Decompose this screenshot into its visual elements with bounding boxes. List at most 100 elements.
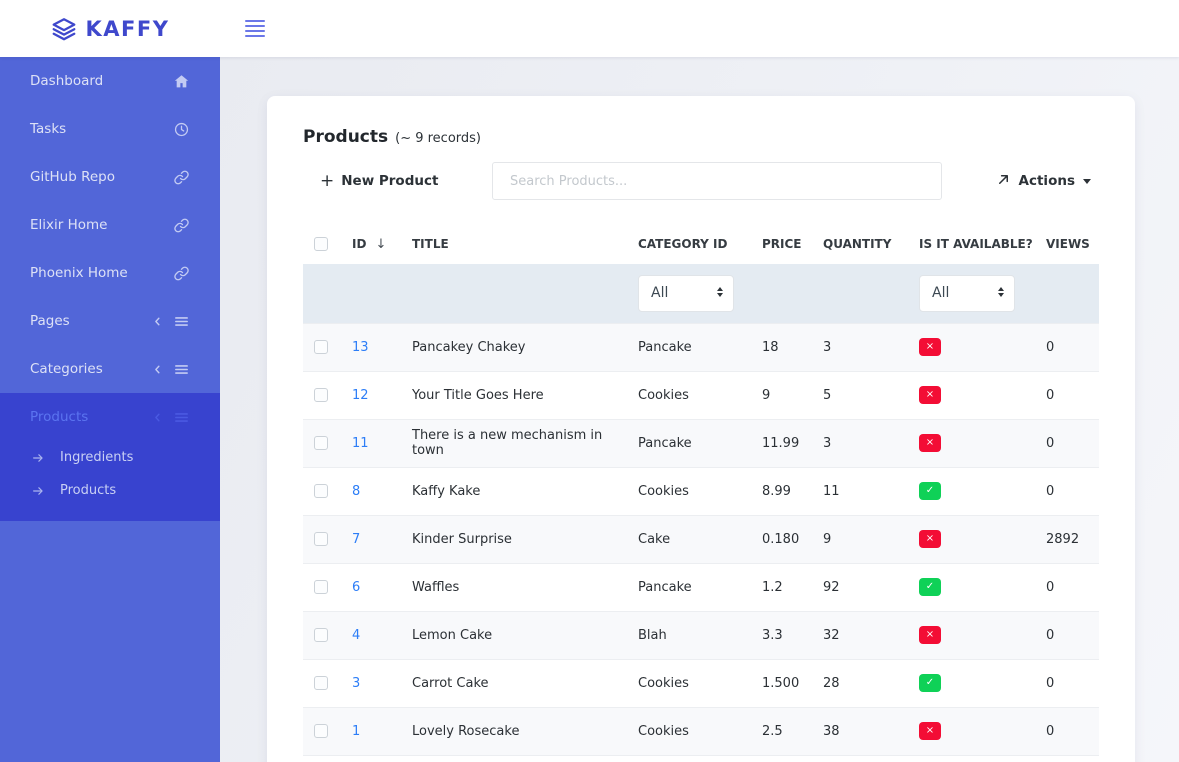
row-checkbox[interactable]	[314, 388, 328, 402]
sidebar-subitem-label: Ingredients	[60, 450, 133, 465]
cell-title: Kaffy Kake	[412, 467, 638, 515]
cell-views: 0	[1046, 371, 1099, 419]
cell-category-id: Cookies	[638, 371, 762, 419]
table-row: 4 Lemon Cake Blah 3.3 32 × 0	[303, 611, 1099, 659]
cell-title: Lemon Cake	[412, 611, 638, 659]
app-logo: KAFFY	[0, 16, 220, 42]
sidebar-item-github-repo[interactable]: GitHub Repo	[0, 153, 220, 201]
chevron-left-icon	[151, 315, 164, 328]
card-header: Products (~ 9 records)	[303, 96, 1099, 147]
sidebar-item-pages[interactable]: Pages	[0, 297, 220, 345]
clock-icon	[173, 121, 190, 138]
row-checkbox[interactable]	[314, 436, 328, 450]
cell-title: Carrot Cake	[412, 659, 638, 707]
cell-quantity: 9	[823, 515, 919, 563]
home-icon	[173, 73, 190, 90]
sidebar-item-phoenix-home[interactable]: Phoenix Home	[0, 249, 220, 297]
cell-views: 0	[1046, 419, 1099, 467]
cell-category-id: Cookies	[638, 707, 762, 755]
unavailable-badge: ×	[919, 722, 941, 740]
sidebar-subitem-ingredients[interactable]: Ingredients	[0, 441, 220, 474]
cell-category-id: Blah	[638, 611, 762, 659]
row-checkbox[interactable]	[314, 628, 328, 642]
sidebar-item-label: Phoenix Home	[30, 265, 128, 281]
sidebar-item-label: Tasks	[30, 121, 66, 137]
column-header-quantity[interactable]: QUANTITY	[823, 237, 891, 251]
row-id-link[interactable]: 1	[352, 724, 360, 739]
row-checkbox[interactable]	[314, 340, 328, 354]
main-content: Products (~ 9 records) + New Product Act…	[220, 57, 1179, 762]
table-row: 3 Carrot Cake Cookies 1.500 28 ✓ 0	[303, 659, 1099, 707]
sidebar-toggle-icon[interactable]	[245, 20, 265, 37]
layers-logo-icon	[51, 16, 77, 42]
row-id-link[interactable]: 4	[352, 628, 360, 643]
sort-descending-icon[interactable]: ↓	[375, 237, 386, 252]
sidebar: Dashboard Tasks GitHub Repo Elixir Home …	[0, 57, 220, 762]
sidebar-item-tasks[interactable]: Tasks	[0, 105, 220, 153]
table-row: 8 Kaffy Kake Cookies 8.99 11 ✓ 0	[303, 467, 1099, 515]
select-all-checkbox[interactable]	[314, 237, 328, 251]
sidebar-item-categories[interactable]: Categories	[0, 345, 220, 393]
cell-title: Lovely Rosecake	[412, 707, 638, 755]
cell-category-id: Cookies	[638, 659, 762, 707]
row-id-link[interactable]: 8	[352, 484, 360, 499]
row-checkbox[interactable]	[314, 724, 328, 738]
unavailable-badge: ×	[919, 530, 941, 548]
chevron-left-icon	[151, 411, 164, 424]
sidebar-item-products[interactable]: Products	[0, 393, 220, 441]
column-header-views[interactable]: VIEWS	[1046, 237, 1090, 251]
row-id-link[interactable]: 12	[352, 388, 369, 403]
row-id-link[interactable]: 13	[352, 340, 369, 355]
arrow-right-icon	[31, 451, 45, 465]
toolbar: + New Product Actions	[303, 162, 1099, 200]
products-card: Products (~ 9 records) + New Product Act…	[267, 96, 1135, 762]
row-checkbox[interactable]	[314, 580, 328, 594]
sidebar-item-elixir-home[interactable]: Elixir Home	[0, 201, 220, 249]
row-id-link[interactable]: 7	[352, 532, 360, 547]
cell-quantity: 32	[823, 611, 919, 659]
search-input[interactable]	[492, 162, 942, 200]
cell-price: 0.180	[762, 515, 823, 563]
table-row: 1 Lovely Rosecake Cookies 2.5 38 × 0	[303, 707, 1099, 755]
sidebar-active-section: Products Ingredients Products	[0, 393, 220, 521]
cell-category-id: Pancake	[638, 323, 762, 371]
table-row: 6 Waffles Pancake 1.2 92 ✓ 0	[303, 563, 1099, 611]
row-checkbox[interactable]	[314, 484, 328, 498]
sidebar-subitem-products[interactable]: Products	[0, 474, 220, 507]
link-icon	[173, 169, 190, 186]
column-header-is-it-available-[interactable]: IS IT AVAILABLE?	[919, 237, 1033, 251]
arrow-right-icon	[31, 484, 45, 498]
row-id-link[interactable]: 6	[352, 580, 360, 595]
cell-quantity: 3	[823, 323, 919, 371]
table-row: 13 Pancakey Chakey Pancake 18 3 × 0	[303, 323, 1099, 371]
row-checkbox[interactable]	[314, 676, 328, 690]
sidebar-item-label: Categories	[30, 361, 103, 377]
cell-category-id: Cookies	[638, 467, 762, 515]
column-header-id[interactable]: ID	[352, 237, 366, 251]
products-table: ID ↓ TITLE CATEGORY ID PRICE QUANTITY IS IT AV…	[303, 224, 1099, 756]
column-header-price[interactable]: PRICE	[762, 237, 802, 251]
cell-category-id: Cake	[638, 515, 762, 563]
unavailable-badge: ×	[919, 434, 941, 452]
column-header-category-id[interactable]: CATEGORY ID	[638, 237, 727, 251]
sidebar-item-dashboard[interactable]: Dashboard	[0, 57, 220, 105]
actions-dropdown-button[interactable]: Actions	[996, 172, 1091, 191]
menu-icon	[173, 313, 190, 330]
table-row: 7 Kinder Surprise Cake 0.180 9 × 2892	[303, 515, 1099, 563]
column-header-title[interactable]: TITLE	[412, 237, 449, 251]
new-product-button[interactable]: + New Product	[320, 173, 438, 190]
available-badge: ✓	[919, 578, 941, 596]
availability-filter-select[interactable]: All	[919, 275, 1015, 312]
cell-category-id: Pancake	[638, 563, 762, 611]
row-checkbox[interactable]	[314, 532, 328, 546]
cell-price: 3.3	[762, 611, 823, 659]
records-count: (~ 9 records)	[395, 131, 481, 146]
cell-price: 9	[762, 371, 823, 419]
export-arrow-icon	[996, 172, 1011, 191]
row-id-link[interactable]: 3	[352, 676, 360, 691]
cell-views: 0	[1046, 467, 1099, 515]
table-filter-row: All All	[303, 264, 1099, 323]
table-row: 12 Your Title Goes Here Cookies 9 5 × 0	[303, 371, 1099, 419]
category-filter-select[interactable]: All	[638, 275, 734, 312]
row-id-link[interactable]: 11	[352, 436, 369, 451]
